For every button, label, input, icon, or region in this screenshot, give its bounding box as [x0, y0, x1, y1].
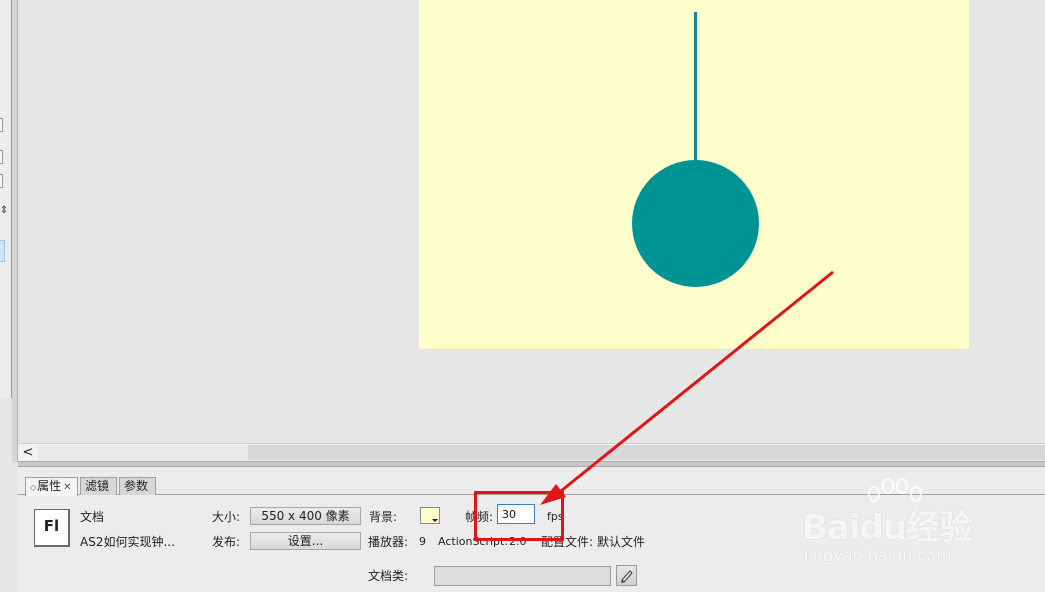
tab-label: 参数: [124, 479, 149, 493]
pencil-icon: [621, 570, 633, 583]
publish-settings-button[interactable]: 设置...: [250, 532, 361, 550]
tab-parameters[interactable]: 参数: [119, 477, 156, 495]
size-button[interactable]: 550 x 400 像素: [250, 507, 361, 525]
resize-arrows-icon[interactable]: ⇕: [0, 206, 8, 216]
tab-label: 滤镜: [85, 479, 110, 493]
document-class-label: 文档类:: [368, 569, 409, 583]
scroll-track[interactable]: [248, 445, 1045, 460]
highlight-box: [474, 491, 564, 541]
size-label: 大小:: [212, 510, 241, 524]
profile-value: 默认文件: [597, 535, 646, 549]
panel-handle[interactable]: [0, 174, 3, 188]
diamond-icon: ◇: [30, 483, 37, 492]
tab-filters[interactable]: 滤镜: [80, 477, 117, 495]
close-icon[interactable]: ✕: [63, 482, 71, 493]
document-class-input[interactable]: [434, 566, 611, 586]
background-label: 背景:: [369, 510, 398, 524]
flash-logo: Fl: [34, 509, 70, 547]
selected-layer-indicator[interactable]: [0, 240, 5, 262]
player-version: 9: [419, 535, 426, 548]
document-type-label: 文档: [80, 510, 105, 524]
panel-handle[interactable]: [0, 150, 3, 164]
tab-properties[interactable]: ◇属性 ✕: [25, 477, 78, 496]
background-color-swatch[interactable]: [420, 507, 440, 524]
scroll-thumb[interactable]: [38, 445, 248, 460]
pendulum-rod[interactable]: [694, 12, 697, 162]
horizontal-scrollbar[interactable]: <: [18, 443, 1045, 461]
player-label: 播放器:: [368, 535, 409, 549]
tab-label: 属性: [37, 479, 62, 493]
publish-label: 发布:: [212, 535, 241, 549]
pendulum-bob[interactable]: [632, 160, 759, 287]
scroll-left-button[interactable]: <: [20, 444, 36, 461]
panel-handle[interactable]: [0, 118, 3, 132]
dropdown-arrow-icon: [432, 519, 438, 522]
edit-class-button[interactable]: [616, 565, 637, 586]
document-name: AS2如何实现钟...: [80, 535, 175, 549]
stage[interactable]: [419, 0, 969, 349]
left-panel: ⇕: [0, 0, 12, 398]
divider: [17, 0, 18, 462]
